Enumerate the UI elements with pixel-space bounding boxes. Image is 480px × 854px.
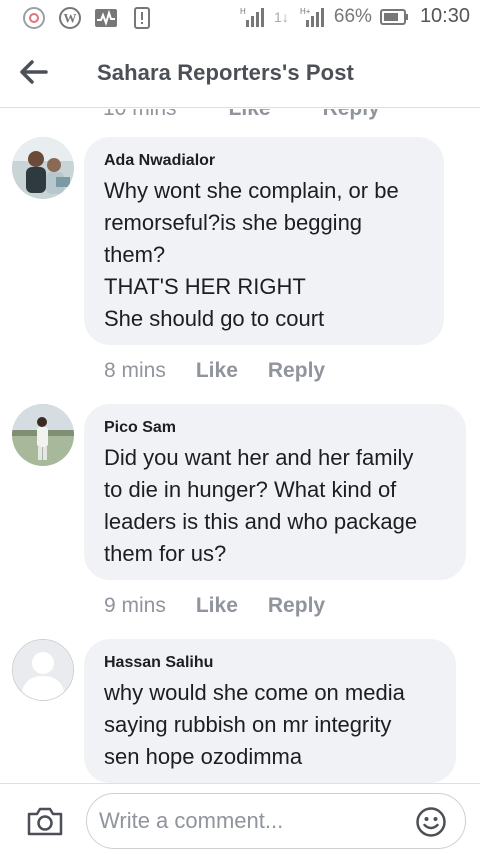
comment-input-box[interactable] bbox=[86, 793, 466, 849]
comment-input[interactable] bbox=[99, 804, 409, 838]
page-title: Sahara Reporters's Post bbox=[97, 60, 354, 85]
comment-author[interactable]: Hassan Salihu bbox=[104, 654, 436, 672]
comment-time: 10 mins bbox=[103, 109, 177, 121]
notification-icons: W bbox=[22, 6, 154, 30]
sim-alert-icon bbox=[134, 7, 150, 29]
comment-bubble: Hassan Salihu why would she come on medi… bbox=[84, 639, 456, 783]
comment-line: remorseful?is she begging bbox=[104, 210, 363, 235]
comment-line: why would she come on media bbox=[104, 680, 405, 705]
arrow-left-icon bbox=[20, 60, 48, 84]
comment-bubble: Pico Sam Did you want her and her family… bbox=[84, 404, 466, 580]
like-button[interactable]: Like bbox=[196, 594, 238, 618]
svg-text:H+: H+ bbox=[300, 7, 311, 16]
comment-author[interactable]: Ada Nwadialor bbox=[104, 152, 424, 170]
comment-line: to die in hunger? What kind of bbox=[104, 477, 397, 502]
comment-line: them? bbox=[104, 242, 166, 267]
comment-line: Did you want her and her family bbox=[104, 445, 414, 470]
comment-line: Why wont she complain, or be bbox=[104, 178, 399, 203]
clock: 10:30 bbox=[419, 5, 470, 27]
like-button[interactable]: Like bbox=[196, 359, 238, 383]
avatar[interactable] bbox=[12, 404, 74, 466]
reply-button[interactable]: Reply bbox=[268, 359, 325, 383]
avatar[interactable] bbox=[12, 137, 74, 199]
profile-photo bbox=[12, 404, 74, 466]
activity-icon bbox=[95, 9, 117, 27]
signal-h-icon: H+ bbox=[300, 7, 324, 27]
back-button[interactable] bbox=[18, 58, 50, 86]
profile-photo bbox=[12, 137, 74, 199]
status-bar: W H 1↓ H+ 66% 10:30 bbox=[0, 0, 480, 36]
data-arrows-icon: 1↓ bbox=[274, 9, 289, 25]
comment-actions: 9 mins Like Reply bbox=[104, 594, 355, 618]
reply-button[interactable]: Reply bbox=[323, 109, 380, 121]
comment-time: 8 mins bbox=[104, 359, 166, 382]
previous-comment-actions: 10 mins Like Reply bbox=[0, 109, 480, 123]
svg-text:H: H bbox=[240, 7, 246, 16]
signal-icon: H bbox=[240, 7, 264, 27]
chrome-icon bbox=[23, 7, 45, 29]
comment-text: Why wont she complain, or be remorseful?… bbox=[104, 175, 424, 335]
comment-line: leaders is this and who package bbox=[104, 509, 418, 534]
comment-time: 9 mins bbox=[104, 594, 166, 617]
comment-line: THAT'S HER RIGHT bbox=[104, 274, 306, 299]
status-right: H 1↓ H+ 66% 10:30 bbox=[240, 5, 470, 28]
comment-line: sen hope ozodimma bbox=[104, 744, 303, 769]
like-button[interactable]: Like bbox=[229, 109, 271, 121]
emoji-button[interactable] bbox=[415, 806, 447, 838]
camera-button[interactable] bbox=[26, 805, 64, 837]
default-avatar-icon bbox=[13, 640, 73, 700]
comment-author[interactable]: Pico Sam bbox=[104, 419, 446, 437]
svg-text:1↓: 1↓ bbox=[274, 9, 289, 25]
comment-text: Did you want her and her family to die i… bbox=[104, 442, 446, 570]
camera-icon bbox=[27, 807, 63, 836]
comment-line: saying rubbish on mr integrity bbox=[104, 712, 392, 737]
reply-button[interactable]: Reply bbox=[268, 594, 325, 618]
comment-line: She should go to court bbox=[104, 306, 325, 331]
comment-bubble: Ada Nwadialor Why wont she complain, or … bbox=[84, 137, 444, 345]
app-header: Sahara Reporters's Post bbox=[0, 36, 480, 108]
avatar[interactable] bbox=[12, 639, 74, 701]
smiley-icon bbox=[416, 807, 446, 837]
svg-text:W: W bbox=[64, 11, 77, 26]
comment-actions: 8 mins Like Reply bbox=[104, 359, 355, 383]
comment-text: why would she come on media saying rubbi… bbox=[104, 677, 436, 773]
wordpress-icon: W bbox=[59, 7, 81, 29]
battery-percent: 66% bbox=[333, 5, 372, 27]
battery-icon bbox=[379, 8, 408, 25]
comment-composer bbox=[0, 783, 480, 854]
comment-line: them for us? bbox=[104, 541, 227, 566]
